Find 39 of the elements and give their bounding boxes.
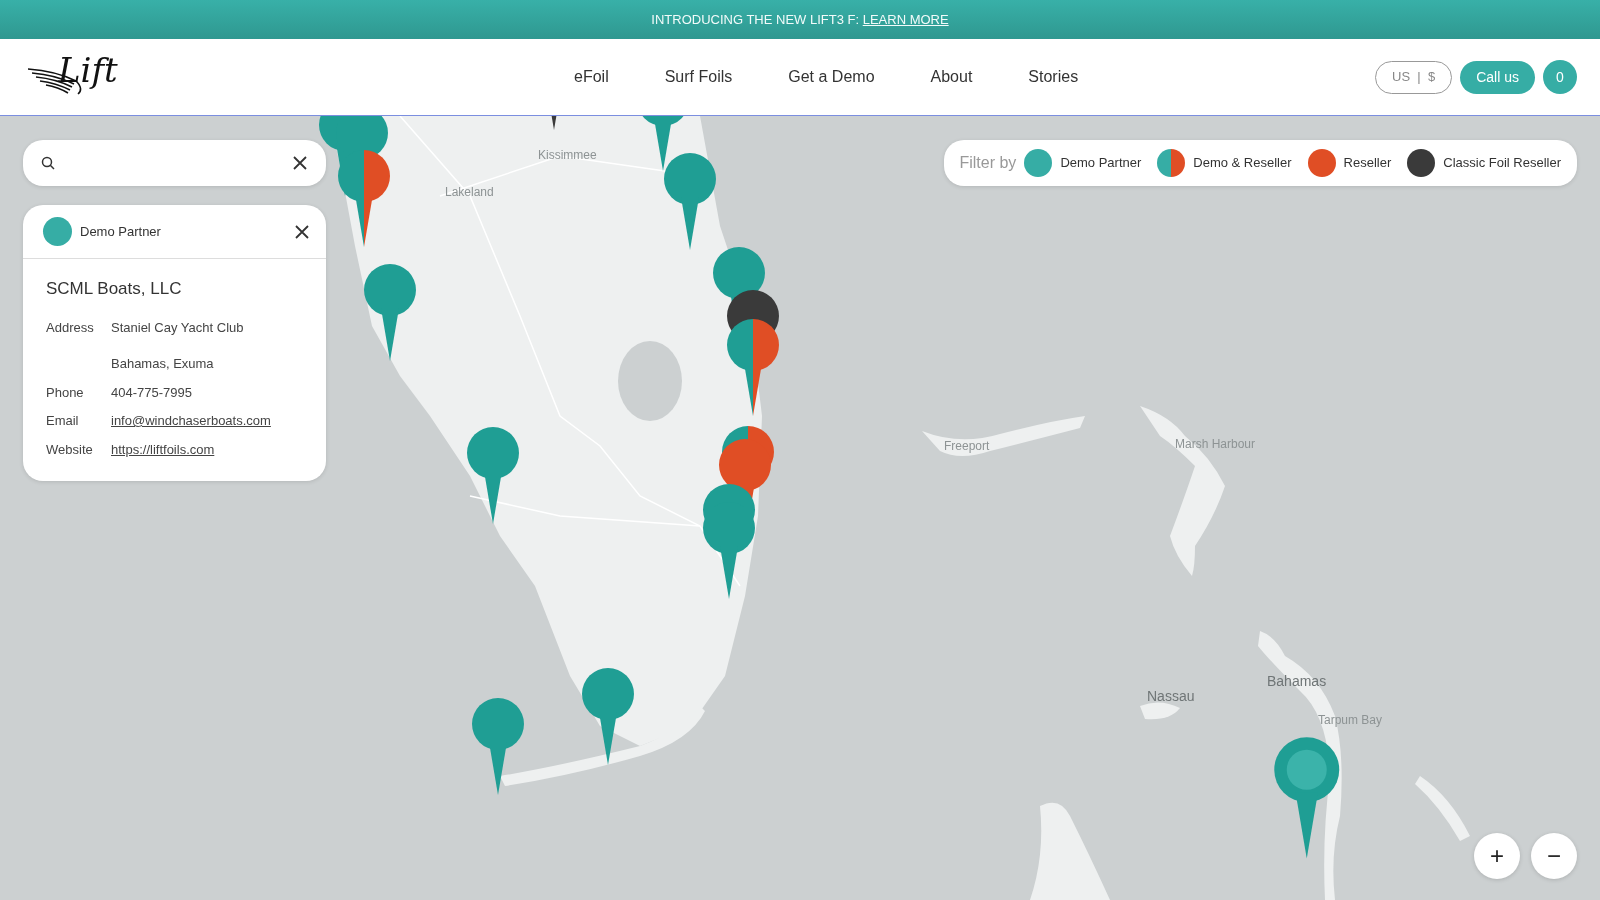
search-field[interactable] xyxy=(23,140,326,186)
nav-link[interactable]: Get a Demo xyxy=(788,65,875,89)
field-label: Phone xyxy=(46,383,85,402)
nav-link[interactable]: About xyxy=(930,65,973,89)
place-label: Freeport xyxy=(944,438,990,455)
nav-link[interactable]: Surf Foils xyxy=(664,65,733,89)
field-label: Address xyxy=(46,318,95,337)
currency-selector[interactable]: US | $ xyxy=(1375,60,1453,94)
nav-link[interactable]: eFoil xyxy=(574,65,609,89)
dealer-name: SCML Boats, LLC xyxy=(46,278,183,300)
announcement-text: INTRODUCING THE NEW LIFT3 F: LEARN MORE xyxy=(651,10,949,29)
close-button[interactable] xyxy=(294,223,310,240)
place-label: Lakeland xyxy=(445,184,494,201)
logo-wordmark[interactable]: Lift xyxy=(58,53,118,87)
field-label: Email xyxy=(46,412,80,430)
filter-option[interactable]: Demo & Reseller xyxy=(1157,149,1292,177)
field-value: Staniel Cay Yacht Club xyxy=(111,318,244,337)
island-drawing xyxy=(1140,702,1180,720)
filter-option[interactable]: Classic Foil Reseller xyxy=(1407,149,1561,177)
place-label: Marsh Harbour xyxy=(1175,436,1256,453)
filter-option[interactable]: Demo Partner xyxy=(1024,149,1142,177)
field-value: 404-775-7995 xyxy=(111,383,192,402)
field-link[interactable]: info@windchaserboats.com xyxy=(111,411,271,431)
island-drawing xyxy=(1415,776,1470,841)
field-value: Bahamas, Exuma xyxy=(111,355,215,373)
zoom-out-button[interactable]: − xyxy=(1531,833,1577,879)
clear-button[interactable] xyxy=(292,155,308,171)
search-icon xyxy=(41,156,55,170)
field-label: Website xyxy=(46,440,94,459)
place-label: Bahamas xyxy=(1267,672,1327,691)
filter-label: Filter by xyxy=(959,153,1017,173)
place-label: Tarpum Bay xyxy=(1318,712,1383,729)
filter-option[interactable]: Reseller xyxy=(1307,149,1392,177)
field-link[interactable]: https://liftfoils.com xyxy=(111,439,215,459)
category-label: Demo Partner xyxy=(80,222,161,241)
place-label: Nassau xyxy=(1147,687,1195,706)
zoom-in-button[interactable]: + xyxy=(1474,833,1520,879)
nav-link[interactable]: Stories xyxy=(1028,65,1079,89)
place-label: Kissimmee xyxy=(538,147,597,164)
